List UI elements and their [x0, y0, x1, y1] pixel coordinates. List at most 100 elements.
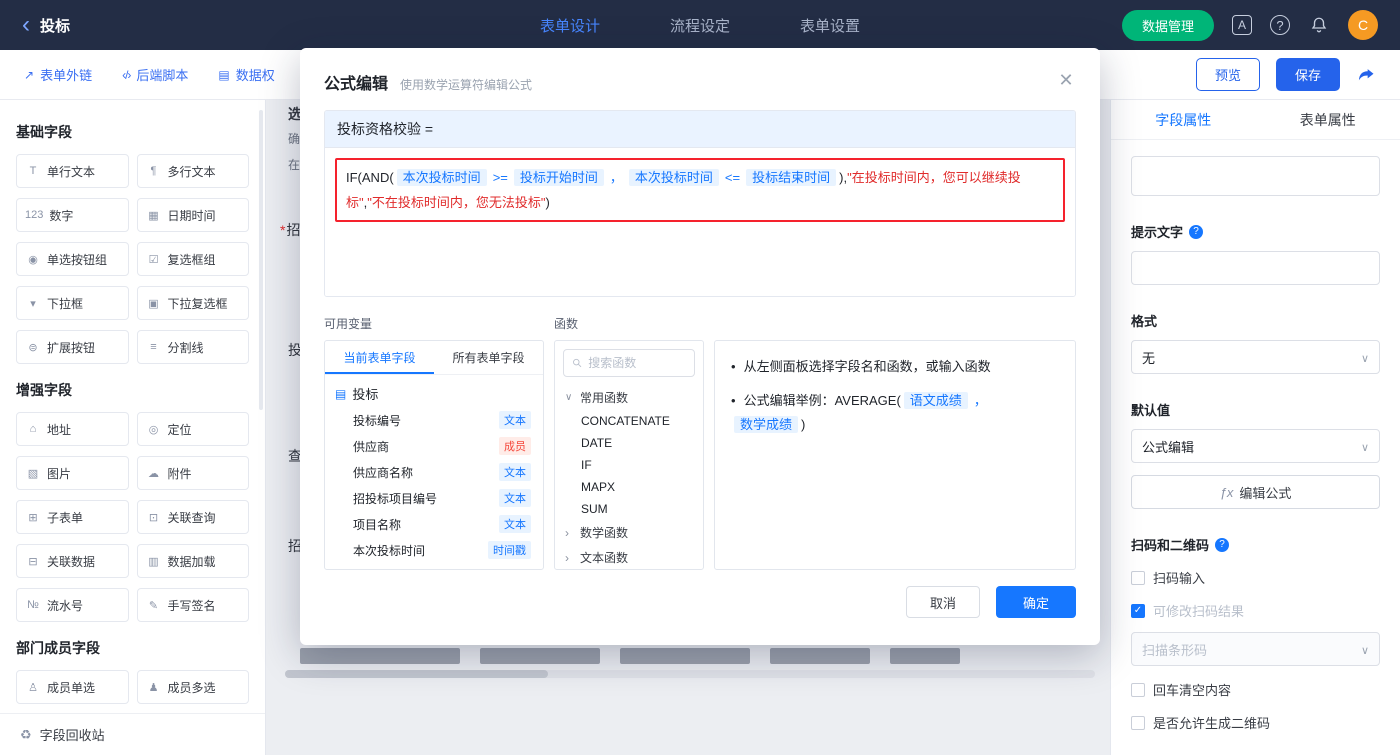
palette-item-datetime[interactable]: ▦ 日期时间: [136, 198, 249, 232]
palette-scrollbar[interactable]: [259, 110, 263, 410]
hint-text-input[interactable]: [1131, 251, 1380, 285]
variable-row[interactable]: 招投标项目编号 文本: [325, 485, 543, 511]
formula-field-pill[interactable]: 本次投标时间: [396, 169, 487, 186]
checkbox-scan-input[interactable]: 扫码输入: [1131, 568, 1380, 587]
tab-workflow[interactable]: 流程设定: [670, 15, 730, 36]
function-item-sum[interactable]: SUM: [555, 498, 703, 520]
palette-item-member-single[interactable]: ♙ 成员单选: [16, 670, 129, 704]
palette-item-address[interactable]: ⌂ 地址: [16, 412, 129, 446]
format-select[interactable]: 无: [1131, 340, 1380, 374]
function-group-text[interactable]: 文本函数: [555, 545, 703, 569]
function-group-math[interactable]: 数学函数: [555, 520, 703, 545]
palette-item-subform[interactable]: ⊞ 子表单: [16, 500, 129, 534]
topbar: 投标 表单设计 流程设定 表单设置 数据管理 C: [0, 0, 1400, 50]
dimmed-form-element: [890, 648, 960, 664]
field-title-input[interactable]: [1131, 156, 1380, 196]
qr-help-icon[interactable]: [1215, 537, 1230, 552]
function-group-common[interactable]: 常用函数: [555, 385, 703, 410]
palette-item-label: 图片: [47, 466, 72, 481]
backend-script-link[interactable]: 后端脚本: [122, 65, 188, 84]
palette-item-dropdown[interactable]: ▾ 下拉框: [16, 286, 129, 320]
palette-item-multi-dropdown[interactable]: ▣ 下拉复选框: [136, 286, 249, 320]
hint-help-icon[interactable]: [1189, 224, 1204, 239]
help-icon[interactable]: [1270, 15, 1290, 35]
palette-item-location[interactable]: ◎ 定位: [136, 412, 249, 446]
tab-field-properties[interactable]: 字段属性: [1111, 100, 1256, 139]
palette-item-member-multi[interactable]: ♟ 成员多选: [136, 670, 249, 704]
tab-form-properties[interactable]: 表单属性: [1256, 100, 1400, 139]
palette-item-divider[interactable]: ≡ 分割线: [136, 330, 249, 364]
member-multi-icon: ♟: [148, 681, 159, 694]
palette-item-serial-number[interactable]: № 流水号: [16, 588, 129, 622]
save-button[interactable]: 保存: [1275, 58, 1340, 91]
checkbox-generate-qr[interactable]: 是否允许生成二维码: [1131, 713, 1380, 732]
horizontal-scrollbar-thumb[interactable]: [285, 670, 548, 678]
form-doc-icon: [335, 387, 346, 401]
notification-bell-icon[interactable]: [1308, 14, 1330, 36]
clipped-field-label: 招: [286, 222, 301, 238]
function-item-date[interactable]: DATE: [555, 432, 703, 454]
tab-form-settings[interactable]: 表单设置: [800, 15, 860, 36]
preview-button[interactable]: 预览: [1195, 58, 1260, 91]
variable-row[interactable]: 本次投标时间 时间戳: [325, 537, 543, 563]
horizontal-scrollbar-track: [285, 670, 1095, 678]
formula-editor-area[interactable]: IF(AND(本次投标时间 >= 投标开始时间，本次投标时间 <= 投标结束时间),"在…: [325, 148, 1075, 296]
tab-current-form-fields[interactable]: 当前表单字段: [325, 341, 434, 374]
form-external-link[interactable]: 表单外链: [24, 65, 92, 84]
palette-item-label: 数字: [49, 208, 74, 223]
translate-icon[interactable]: [1232, 15, 1252, 35]
checkbox-label: 可修改扫码结果: [1153, 604, 1245, 619]
palette-item-multi-line-text[interactable]: ¶ 多行文本: [136, 154, 249, 188]
close-icon[interactable]: [1054, 68, 1078, 92]
variable-name: 招投标项目编号: [353, 491, 438, 506]
palette-item-label: 单选按钮组: [47, 252, 108, 267]
palette-item-radio-group[interactable]: ◉ 单选按钮组: [16, 242, 129, 276]
checkbox-editable-scan-result[interactable]: 可修改扫码结果: [1131, 601, 1380, 620]
dimmed-form-element: [480, 648, 600, 664]
palette-item-checkbox-group[interactable]: ☑ 复选框组: [136, 242, 249, 276]
variable-row[interactable]: 项目名称 文本: [325, 511, 543, 537]
palette-item-signature[interactable]: ✎ 手写签名: [136, 588, 249, 622]
form-tree-node[interactable]: 投标: [325, 375, 543, 407]
formula-field-pill[interactable]: 本次投标时间: [628, 169, 719, 186]
palette-item-image[interactable]: ▧ 图片: [16, 456, 129, 490]
function-item-concatenate[interactable]: CONCATENATE: [555, 410, 703, 432]
tab-form-design[interactable]: 表单设计: [540, 15, 600, 36]
cancel-button[interactable]: 取消: [906, 586, 980, 618]
palette-item-extend-button[interactable]: ⊜ 扩展按钮: [16, 330, 129, 364]
palette-item-linked-data[interactable]: ⊟ 关联数据: [16, 544, 129, 578]
share-icon[interactable]: [1356, 65, 1376, 85]
checkbox-enter-clear[interactable]: 回车清空内容: [1131, 680, 1380, 699]
data-permission-link[interactable]: 数据权: [218, 65, 275, 84]
tab-all-form-fields[interactable]: 所有表单字段: [434, 341, 543, 374]
function-item-mapx[interactable]: MAPX: [555, 476, 703, 498]
palette-item-linked-query[interactable]: ⊡ 关联查询: [136, 500, 249, 534]
function-item-if[interactable]: IF: [555, 454, 703, 476]
confirm-button[interactable]: 确定: [996, 586, 1076, 618]
checkbox-icon: [1131, 715, 1145, 730]
data-manage-button[interactable]: 数据管理: [1121, 9, 1214, 41]
user-avatar[interactable]: C: [1348, 10, 1378, 40]
default-value-label: 默认值: [1131, 403, 1171, 418]
palette-item-number[interactable]: 123 数字: [16, 198, 129, 232]
formula-field-pill[interactable]: 投标结束时间: [746, 169, 837, 186]
palette-item-attachment[interactable]: ☁ 附件: [136, 456, 249, 490]
default-value-select[interactable]: 公式编辑: [1131, 429, 1380, 463]
number-icon: 123: [25, 209, 44, 221]
edit-formula-button[interactable]: 编辑公式: [1131, 475, 1380, 509]
variable-row[interactable]: 供应商名称 文本: [325, 459, 543, 485]
field-recycle-bin[interactable]: 字段回收站: [0, 713, 265, 755]
app-root: 投标 表单设计 流程设定 表单设置 数据管理 C 表单外链 后端脚本 数据权: [0, 0, 1400, 755]
formula-field-pill[interactable]: 投标开始时间: [513, 169, 604, 186]
palette-item-single-line-text[interactable]: T 单行文本: [16, 154, 129, 188]
back-chevron-icon[interactable]: [22, 13, 30, 37]
chevron-down-icon: [1361, 350, 1369, 365]
variable-row[interactable]: 投标编号 文本: [325, 407, 543, 433]
dimmed-form-element: [620, 648, 750, 664]
palette-item-data-load[interactable]: ▥ 数据加载: [136, 544, 249, 578]
chevron-down-icon: [1361, 439, 1369, 454]
function-search-input[interactable]: [588, 356, 686, 370]
formula-separator: ，: [609, 170, 623, 185]
palette-grid-enhanced: ⌂ 地址 ◎ 定位 ▧ 图片 ☁ 附件 ⊞ 子表单 ⊡ 关联查询 ⊟ 关联数据 ▥ 数据加载 №…: [16, 412, 249, 622]
variable-row[interactable]: 供应商 成员: [325, 433, 543, 459]
